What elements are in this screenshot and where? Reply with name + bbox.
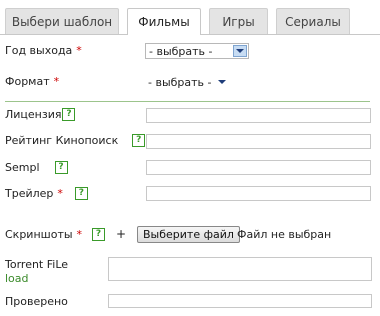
chevron-down-icon[interactable] [217, 80, 226, 84]
screenshots-label: Скриншоты [5, 228, 73, 241]
kinopoisk-label: Рейтинг Кинопоиск [5, 134, 119, 147]
help-icon[interactable]: ? [54, 161, 68, 174]
sempl-row: Sempl ? [5, 161, 68, 174]
kinopoisk-input[interactable] [146, 134, 371, 149]
tab-games[interactable]: Игры [209, 8, 268, 34]
license-label: Лицензия [5, 108, 62, 121]
section-separator [5, 101, 370, 102]
tab-bar: Выбери шаблон Фильмы Игры Сериалы [0, 8, 380, 35]
file-status: Файл не выбран [237, 228, 332, 241]
format-row: Формат * [5, 75, 59, 88]
kinopoisk-row: Рейтинг Кинопоиск ? [5, 134, 146, 147]
year-select-value: - выбрать - [149, 44, 213, 58]
format-select[interactable]: - выбрать - [148, 74, 226, 90]
license-row: Лицензия ? [5, 108, 76, 121]
sempl-input[interactable] [146, 160, 371, 175]
year-row: Год выхода * [5, 44, 82, 57]
required-mark: * [57, 187, 63, 200]
required-mark: * [76, 44, 82, 57]
trailer-label: Трейлер [5, 187, 54, 200]
required-mark: * [76, 228, 83, 241]
torrent-label: Torrent FiLe [5, 258, 69, 271]
year-select[interactable]: - выбрать - [145, 43, 249, 59]
checked-label: Проверено [5, 295, 68, 308]
tab-movies[interactable]: Фильмы [127, 8, 201, 35]
trailer-input[interactable] [146, 186, 371, 201]
help-icon[interactable]: ? [92, 228, 106, 241]
tab-series[interactable]: Сериалы [276, 8, 350, 34]
help-icon[interactable]: ? [74, 187, 88, 200]
chevron-down-icon[interactable] [233, 45, 247, 57]
sempl-label: Sempl [5, 161, 40, 174]
checked-row: Проверено [5, 295, 68, 308]
tab-choose-template[interactable]: Выбери шаблон [5, 8, 119, 34]
format-select-value: - выбрать - [148, 75, 212, 89]
help-icon[interactable]: ? [62, 108, 76, 121]
torrent-load-link[interactable]: load [5, 272, 68, 285]
required-mark: * [53, 75, 60, 88]
format-label: Формат [5, 75, 50, 88]
help-icon[interactable]: ? [132, 134, 146, 147]
checked-input[interactable] [108, 294, 372, 308]
choose-file-button[interactable]: Выберите файл [137, 226, 240, 243]
torrent-input[interactable] [108, 257, 372, 281]
year-label: Год выхода [5, 44, 73, 57]
torrent-label-block: Torrent FiLe load [5, 258, 68, 285]
screenshots-row: Скриншоты * ? [5, 228, 106, 241]
trailer-row: Трейлер * ? [5, 187, 88, 200]
add-screenshot-icon[interactable]: + [116, 227, 126, 241]
license-input[interactable] [146, 108, 371, 123]
